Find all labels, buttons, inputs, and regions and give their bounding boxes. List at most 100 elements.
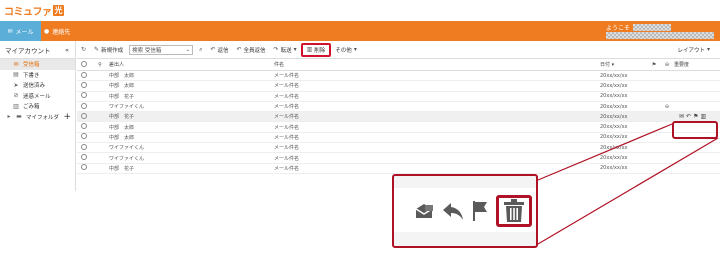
- row-date: 20xx/xx/xx: [600, 113, 628, 120]
- person-icon: ●: [44, 27, 50, 35]
- table-row[interactable]: 中部 太郎 メール件名 20xx/xx/xx: [77, 133, 720, 144]
- search-placeholder: 検索 受信箱: [132, 47, 162, 54]
- row-actions: ✉ ↶ ⚑ ▥: [679, 113, 706, 120]
- sidebar-item-spam[interactable]: ⊘ 迷惑メール: [0, 91, 75, 102]
- row-subject: メール件名: [274, 145, 300, 152]
- row-from: ワイファイくん: [109, 145, 145, 152]
- table-row[interactable]: 中部 太郎 メール件名 20xx/xx/xx: [77, 81, 720, 92]
- table-row[interactable]: 中部 花子 メール件名 20xx/xx/xx: [77, 164, 720, 174]
- redacted-account: [606, 32, 714, 39]
- sidebar-item-drafts[interactable]: ▤ 下書き: [0, 70, 75, 81]
- new-mail-label: 新規作成: [101, 47, 124, 54]
- sidebar-item-trash[interactable]: ▥ ごみ箱: [0, 101, 75, 112]
- table-row[interactable]: ワイファイくん メール件名 20xx/xx/xx: [77, 153, 720, 164]
- caret-down-icon: ▾: [706, 46, 710, 53]
- row-select-radio[interactable]: [77, 143, 91, 152]
- row-from: 中部 花子: [109, 93, 135, 100]
- row-from: 中部 花子: [109, 114, 135, 121]
- tab-contacts[interactable]: ● 連絡先: [44, 21, 70, 41]
- expand-caret-icon: ▸: [7, 113, 11, 121]
- table-row[interactable]: 中部 太郎 メール件名 20xx/xx/xx: [77, 122, 720, 133]
- add-folder-button[interactable]: +: [63, 112, 71, 122]
- refresh-icon: ↻: [81, 46, 87, 53]
- folder-icon: ▬: [16, 113, 22, 121]
- reply-button[interactable]: ↶ 返信: [206, 44, 232, 56]
- zoom-icon-group: [414, 200, 488, 222]
- search-input[interactable]: 検索 受信箱 ⌄: [129, 44, 194, 55]
- table-row[interactable]: 中部 太郎 メール件名 20xx/xx/xx: [77, 71, 720, 82]
- trash-icon[interactable]: ▥: [700, 113, 706, 120]
- row-select-radio[interactable]: [77, 81, 91, 90]
- flag-icon[interactable]: ⚑: [693, 113, 698, 120]
- more-button[interactable]: その他 ▾: [331, 44, 361, 56]
- message-list: 中部 太郎 メール件名 20xx/xx/xx 中部 太郎 メール件名 20xx/xx/xx…: [77, 71, 720, 174]
- sidebar-item-my-folders[interactable]: ▸ ▬ マイフォルダ +: [0, 112, 75, 123]
- layout-button[interactable]: レイアウト ▾: [673, 44, 714, 56]
- row-select-radio[interactable]: [77, 154, 91, 162]
- row-select-radio[interactable]: [77, 164, 91, 172]
- row-subject: メール件名: [274, 114, 300, 121]
- spam-icon: ⊘: [13, 92, 19, 100]
- sidebar-item-label: ごみ箱: [23, 104, 40, 111]
- table-row[interactable]: 中部 花子 メール件名 20xx/xx/xx ✉ ↶ ⚑ ▥: [77, 112, 720, 123]
- tab-mail[interactable]: ✉ メール: [0, 21, 41, 41]
- search-button[interactable]: ⌕: [195, 44, 206, 56]
- row-date: 20xx/xx/xx: [600, 124, 628, 131]
- row-subject: メール件名: [274, 155, 300, 162]
- sidebar-header: マイアカウント «: [0, 41, 75, 59]
- row-select-radio[interactable]: [77, 71, 91, 80]
- welcome-label: ようこそ: [606, 25, 631, 32]
- forward-icon: ↷: [273, 46, 279, 53]
- table-row[interactable]: ワイファイくん メール件名 20xx/xx/xx ⊖: [77, 102, 720, 113]
- refresh-button[interactable]: ↻: [77, 44, 90, 56]
- draft-icon: ▤: [13, 71, 19, 79]
- link-header-icon[interactable]: ⊖: [660, 62, 674, 68]
- row-select-radio[interactable]: [77, 92, 91, 100]
- new-mail-button[interactable]: ✎ 新規作成: [90, 44, 127, 56]
- forward-button[interactable]: ↷ 転送 ▾: [270, 44, 301, 56]
- toolbar: ↻ ✎ 新規作成 検索 受信箱 ⌄ ⌕ ↶ 返信 ↶ 全員返信 ↷ 転送 ▾ ▥…: [77, 41, 720, 59]
- reply-all-button[interactable]: ↶ 全員返信: [233, 44, 270, 56]
- header-date[interactable]: 日付 ▾: [600, 61, 648, 68]
- row-subject: メール件名: [274, 73, 300, 80]
- chevron-down-icon: ⌄: [185, 46, 191, 53]
- sidebar-item-label: 受信箱: [23, 62, 40, 69]
- header-subject[interactable]: 件名: [274, 61, 600, 68]
- reply-label: 返信: [217, 47, 229, 54]
- row-date: 20xx/xx/xx: [600, 144, 628, 151]
- row-from: ワイファイくん: [109, 155, 145, 162]
- mark-unread-icon[interactable]: ✉: [679, 113, 684, 120]
- sidebar-item-inbox[interactable]: ✉ 受信箱: [0, 59, 75, 70]
- tab-contacts-label: 連絡先: [52, 28, 71, 36]
- sent-icon: ➤: [13, 81, 19, 89]
- envelope-icon: ✉: [7, 27, 13, 35]
- row-from: 中部 花子: [109, 165, 135, 172]
- collapse-sidebar-icon[interactable]: «: [65, 46, 69, 54]
- header-importance[interactable]: 重要度: [674, 61, 704, 68]
- flag-icon: [473, 201, 487, 221]
- row-subject: メール件名: [274, 165, 300, 172]
- delete-button[interactable]: ▥ 削除: [300, 42, 332, 57]
- reply-all-icon: ↶: [236, 46, 242, 53]
- brand-logo[interactable]: コミュファ光: [4, 4, 64, 18]
- welcome-area: ようこそ: [606, 23, 672, 32]
- sidebar-title: マイアカウント: [5, 46, 51, 55]
- table-row[interactable]: ワイファイくん メール件名 20xx/xx/xx: [77, 143, 720, 154]
- sidebar-item-sent[interactable]: ➤ 送信済み: [0, 80, 75, 91]
- row-actions-highlight: [672, 121, 718, 139]
- row-select-radio[interactable]: [77, 133, 91, 141]
- header-from[interactable]: 差出人: [109, 61, 274, 68]
- reply-icon: [443, 203, 463, 220]
- flag-header-icon[interactable]: ⚑: [648, 62, 660, 68]
- row-select-radio[interactable]: [77, 112, 91, 121]
- reply-icon[interactable]: ↶: [686, 113, 691, 120]
- row-from: 中部 太郎: [109, 73, 135, 80]
- delete-row-button[interactable]: [496, 195, 532, 227]
- top-header: コミュファ光: [0, 0, 720, 21]
- table-row[interactable]: 中部 花子 メール件名 20xx/xx/xx: [77, 92, 720, 102]
- brand-mark: 光: [52, 5, 64, 16]
- select-all-radio[interactable]: [77, 60, 91, 69]
- row-select-radio[interactable]: [77, 123, 91, 131]
- row-select-radio[interactable]: [77, 102, 91, 111]
- row-subject: メール件名: [274, 134, 300, 141]
